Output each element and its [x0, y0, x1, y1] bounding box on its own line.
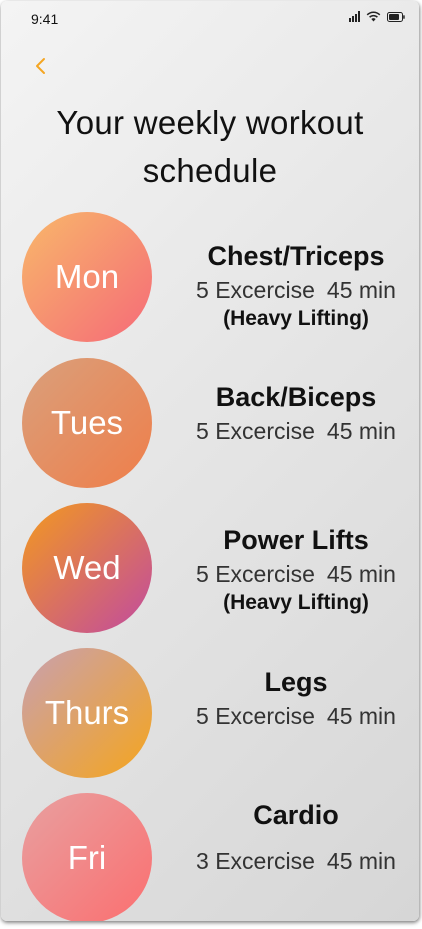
back-button[interactable] [31, 55, 53, 77]
workout-row-wed[interactable]: Wed Power Lifts 5 Excercise 45 min (Heavy… [1, 503, 419, 633]
workout-row-fri[interactable]: Fri Cardio 3 Excercise 45 min [1, 793, 419, 921]
workout-note: (Heavy Lifting) [223, 591, 369, 614]
workout-row-mon[interactable]: Mon Chest/Triceps 5 Excercise 45 min (Hea… [1, 212, 419, 342]
day-badge-tues[interactable]: Tues [22, 358, 152, 488]
exercise-count: 5 Excercise [196, 277, 315, 303]
workout-info: Chest/Triceps 5 Excercise 45 min (Heavy L… [171, 240, 419, 332]
workout-name: Legs [264, 667, 328, 697]
workout-duration: 45 min [326, 703, 396, 729]
workout-duration: 45 min [326, 848, 396, 874]
workout-duration: 45 min [326, 418, 396, 444]
workout-meta: 5 Excercise 45 min [171, 415, 419, 447]
exercise-count: 5 Excercise [196, 418, 315, 444]
status-bar: 9:41 [1, 1, 419, 37]
status-time: 9:41 [31, 11, 59, 27]
workout-info: Legs 5 Excercise 45 min [171, 666, 419, 732]
workout-name: Power Lifts [223, 525, 369, 555]
workout-info: Power Lifts 5 Excercise 45 min (Heavy Lif… [171, 524, 419, 616]
workout-name: Back/Biceps [215, 382, 377, 412]
status-icons [349, 11, 405, 22]
wifi-icon [366, 11, 381, 22]
workout-meta: 5 Excercise 45 min [171, 558, 419, 590]
day-badge-mon[interactable]: Mon [22, 212, 152, 342]
day-badge-thurs[interactable]: Thurs [22, 648, 152, 778]
workout-row-thurs[interactable]: Thurs Legs 5 Excercise 45 min [1, 648, 419, 778]
workout-row-tues[interactable]: Tues Back/Biceps 5 Excercise 45 min [1, 358, 419, 488]
workout-meta: 5 Excercise 45 min [171, 274, 419, 306]
page-title: Your weekly workout schedule [56, 104, 364, 189]
cellular-signal-icon [349, 11, 360, 22]
app-screen: 9:41 Your weekly workout schedule Mon Ch… [1, 1, 419, 921]
workout-name: Chest/Triceps [207, 241, 385, 271]
day-badge-fri[interactable]: Fri [22, 793, 152, 921]
exercise-count: 3 Excercise [196, 848, 315, 874]
exercise-count: 5 Excercise [196, 561, 315, 587]
battery-icon [387, 11, 405, 22]
workout-name: Cardio [253, 800, 339, 830]
workout-info: Back/Biceps 5 Excercise 45 min [171, 381, 419, 447]
workout-meta: 5 Excercise 45 min [171, 700, 419, 732]
day-badge-wed[interactable]: Wed [22, 503, 152, 633]
workout-note: (Heavy Lifting) [223, 307, 369, 330]
chevron-left-icon [36, 58, 45, 74]
exercise-count: 5 Excercise [196, 703, 315, 729]
workout-info: Cardio 3 Excercise 45 min [171, 799, 419, 877]
workout-duration: 45 min [326, 561, 396, 587]
workout-duration: 45 min [326, 277, 396, 303]
workout-meta: 3 Excercise 45 min [171, 845, 419, 877]
